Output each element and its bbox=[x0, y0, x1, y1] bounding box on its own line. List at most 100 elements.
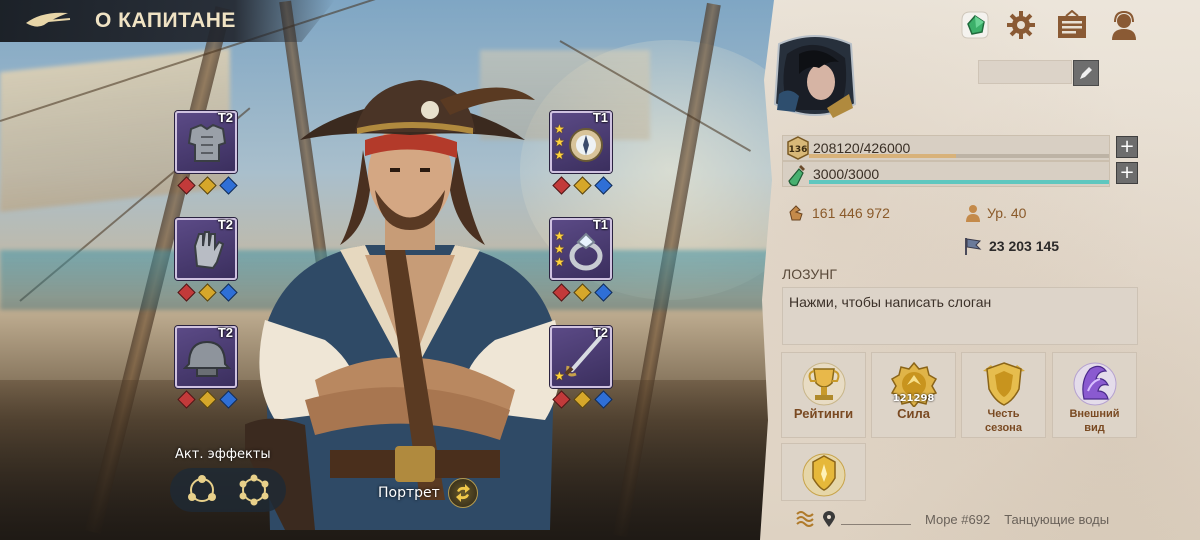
yellow-gem-icon bbox=[198, 283, 217, 302]
star-rating: ★ bbox=[554, 369, 565, 383]
equip-slot-ring[interactable]: T1 ★ ★ ★ bbox=[550, 217, 612, 280]
gem-shop-button[interactable] bbox=[958, 8, 992, 42]
captain-level-icon bbox=[966, 205, 980, 222]
pencil-icon bbox=[1080, 67, 1092, 79]
sea-number: Море #692 bbox=[925, 511, 991, 527]
appearance-label: Внешний вид bbox=[1069, 408, 1120, 434]
location-pin-icon bbox=[823, 511, 835, 527]
power-medal-icon: 121298 bbox=[889, 361, 939, 407]
experience-fill bbox=[809, 154, 956, 158]
guild-emblem-icon bbox=[796, 511, 814, 527]
level-value: Ур. 40 bbox=[987, 205, 1027, 221]
motto-input[interactable]: Нажми, чтобы написать слоган bbox=[782, 287, 1138, 345]
appearance-card[interactable]: Внешний вид bbox=[1052, 352, 1137, 438]
edit-name-button[interactable] bbox=[1073, 60, 1099, 86]
stamina-bar: 3000/3000 bbox=[782, 161, 1110, 187]
yellow-gem-icon bbox=[573, 176, 592, 195]
gem-sockets bbox=[177, 390, 238, 409]
blue-gem-icon bbox=[594, 283, 613, 302]
support-button[interactable] bbox=[1107, 8, 1141, 42]
season-shield-icon bbox=[979, 361, 1029, 407]
captain-name-field[interactable] bbox=[978, 60, 1072, 84]
yellow-gem-icon bbox=[573, 390, 592, 409]
power-label: Сила bbox=[897, 406, 930, 421]
coins-icon bbox=[789, 205, 803, 221]
effect-hexagon-button[interactable] bbox=[236, 472, 272, 508]
yellow-gem-icon bbox=[573, 283, 592, 302]
hexagon-nodes-icon bbox=[239, 474, 269, 506]
experience-bar: 136 208120/426000 bbox=[782, 135, 1110, 161]
gem-sockets bbox=[177, 176, 238, 195]
helmet-icon bbox=[183, 340, 231, 377]
emblem-card[interactable] bbox=[781, 443, 866, 501]
gold-emblem-icon bbox=[799, 452, 849, 498]
swap-icon bbox=[447, 478, 478, 508]
captain-avatar[interactable] bbox=[769, 34, 861, 122]
blue-gem-icon bbox=[219, 176, 238, 195]
flag-icon bbox=[965, 238, 982, 255]
stamina-row: 3000/3000 + bbox=[782, 161, 1138, 187]
equip-slot-armor[interactable]: T2 bbox=[175, 110, 237, 173]
portrait-button[interactable]: Портрет bbox=[378, 478, 478, 508]
headset-agent-icon bbox=[1112, 10, 1136, 40]
captain-scene bbox=[0, 0, 780, 540]
triangle-nodes-icon bbox=[188, 475, 216, 502]
red-gem-icon bbox=[177, 283, 196, 302]
armor-icon bbox=[187, 123, 227, 162]
star-rating: ★ ★ ★ bbox=[554, 122, 565, 162]
equip-slot-helmet[interactable]: T2 bbox=[175, 325, 237, 388]
equip-slot-compass[interactable]: T1 ★ ★ ★ bbox=[550, 110, 612, 173]
green-gem-icon bbox=[961, 11, 989, 39]
settings-button[interactable] bbox=[1004, 8, 1038, 42]
title-banner: О КАПИТАНЕ bbox=[0, 0, 335, 42]
stamina-fill bbox=[809, 180, 1109, 184]
motto-label: ЛОЗУНГ bbox=[782, 266, 837, 282]
stamina-track bbox=[809, 180, 1109, 184]
yellow-gem-icon bbox=[198, 390, 217, 409]
power-stat: 23 203 145 bbox=[963, 236, 1059, 256]
level-stat: Ур. 40 bbox=[965, 204, 1026, 222]
sea-region: Танцующие воды bbox=[1004, 511, 1110, 527]
back-button[interactable] bbox=[0, 0, 95, 42]
power-value: 121298 bbox=[892, 393, 935, 404]
portrait-label: Портрет bbox=[378, 485, 440, 501]
rankings-card[interactable]: Рейтинги bbox=[781, 352, 866, 438]
potion-icon bbox=[788, 165, 805, 187]
blue-gem-icon bbox=[594, 390, 613, 409]
power-card[interactable]: 121298 Сила bbox=[871, 352, 956, 438]
level-badge-icon: 136 bbox=[787, 136, 809, 160]
gem-sockets bbox=[552, 390, 613, 409]
notice-board-button[interactable] bbox=[1055, 8, 1089, 42]
saber-icon bbox=[564, 336, 602, 377]
notice-board-icon bbox=[1058, 10, 1086, 38]
level-badge-text: 136 bbox=[789, 145, 808, 155]
experience-track bbox=[809, 154, 1109, 158]
equip-slot-gloves[interactable]: T2 bbox=[175, 217, 237, 280]
motto-placeholder: Нажми, чтобы написать слоган bbox=[789, 294, 992, 310]
effect-triangle-button[interactable] bbox=[184, 472, 220, 508]
add-experience-button[interactable]: + bbox=[1116, 136, 1138, 158]
star-rating: ★ ★ ★ bbox=[554, 229, 565, 269]
active-effects-label: Акт. эффекты bbox=[175, 447, 271, 462]
gear-icon bbox=[1007, 11, 1035, 39]
season-honor-card[interactable]: Честь сезона bbox=[961, 352, 1046, 438]
red-gem-icon bbox=[177, 390, 196, 409]
power-score-value: 23 203 145 bbox=[989, 238, 1060, 254]
gem-sockets bbox=[552, 176, 613, 195]
blue-gem-icon bbox=[219, 283, 238, 302]
equip-slot-saber[interactable]: T2 ★ bbox=[550, 325, 612, 388]
red-gem-icon bbox=[552, 283, 571, 302]
blue-gem-icon bbox=[594, 176, 613, 195]
gem-sockets bbox=[552, 283, 613, 302]
red-gem-icon bbox=[552, 176, 571, 195]
add-stamina-button[interactable]: + bbox=[1116, 162, 1138, 184]
gloves-icon bbox=[193, 231, 225, 270]
season-honor-label: Честь сезона bbox=[985, 408, 1022, 434]
experience-row: 136 208120/426000 + bbox=[782, 135, 1138, 161]
red-gem-icon bbox=[177, 176, 196, 195]
yellow-gem-icon bbox=[198, 176, 217, 195]
location-footer: Море #692 Танцующие воды bbox=[795, 510, 1109, 528]
trophy-icon bbox=[799, 361, 849, 407]
rankings-label: Рейтинги bbox=[793, 406, 854, 421]
red-gem-icon bbox=[552, 390, 571, 409]
